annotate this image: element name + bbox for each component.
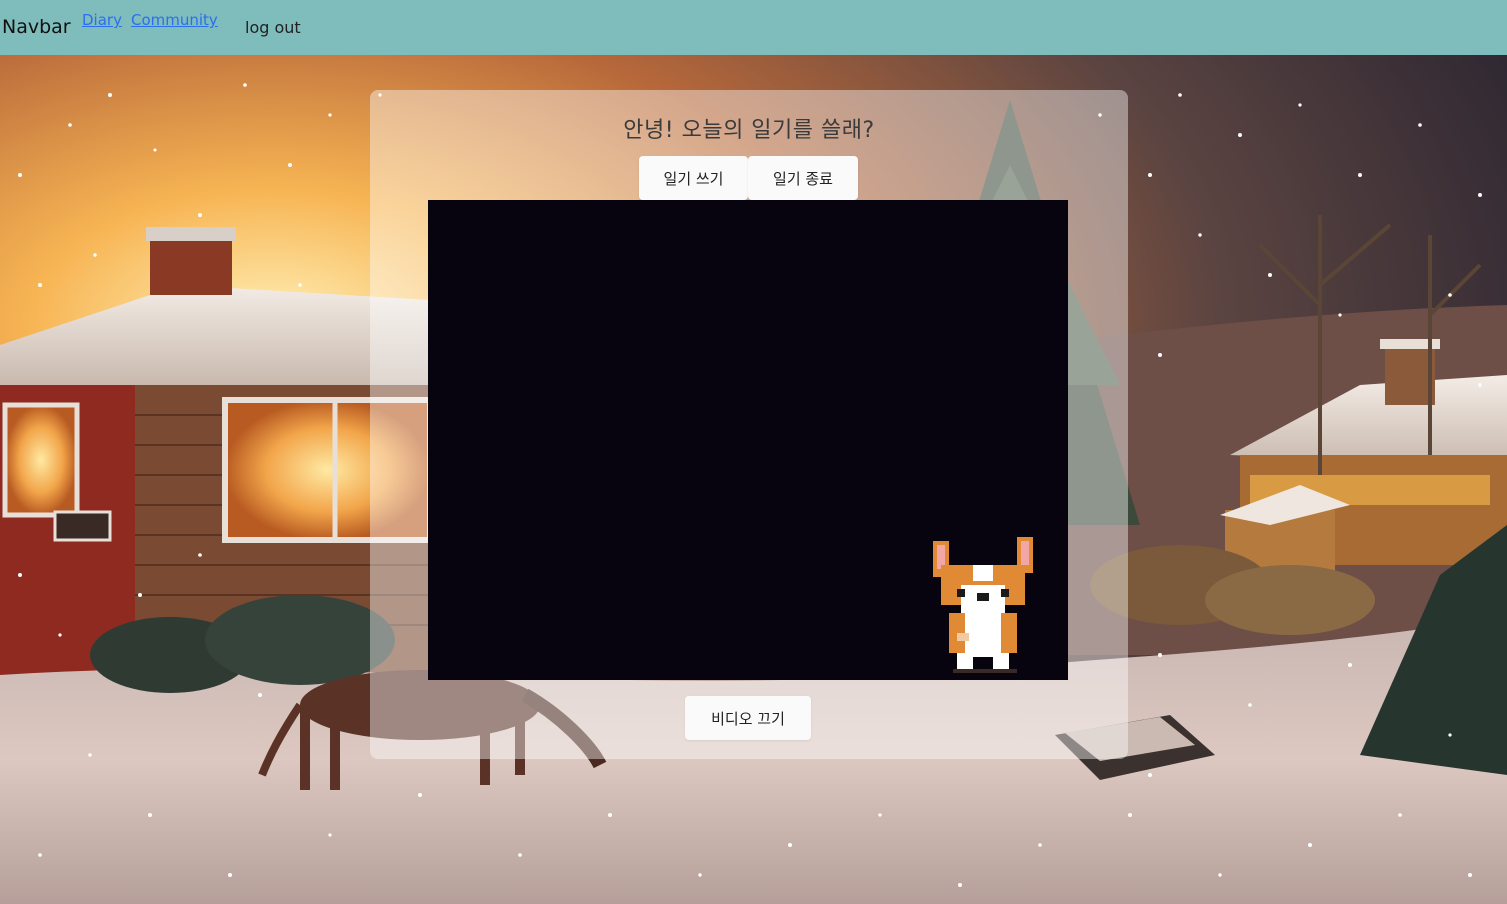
video-off-button[interactable]: 비디오 끄기 — [685, 696, 811, 740]
end-diary-button[interactable]: 일기 종료 — [748, 156, 858, 200]
corgi-pixel-icon — [933, 537, 1033, 673]
navbar-brand[interactable]: Navbar — [2, 16, 71, 38]
nav-link-community[interactable]: Community — [131, 11, 218, 29]
page-title: 안녕! 오늘의 일기를 쓸래? — [623, 118, 875, 143]
nav-link-diary[interactable]: Diary — [82, 11, 122, 29]
diary-panel: 안녕! 오늘의 일기를 쓸래? 일기 쓰기 일기 종료 비디오 끄기 — [370, 90, 1128, 759]
navbar: Navbar Diary Community log out — [0, 0, 1507, 55]
logout-button[interactable]: log out — [245, 18, 301, 37]
video-feed — [428, 200, 1068, 680]
write-diary-button[interactable]: 일기 쓰기 — [639, 156, 748, 200]
